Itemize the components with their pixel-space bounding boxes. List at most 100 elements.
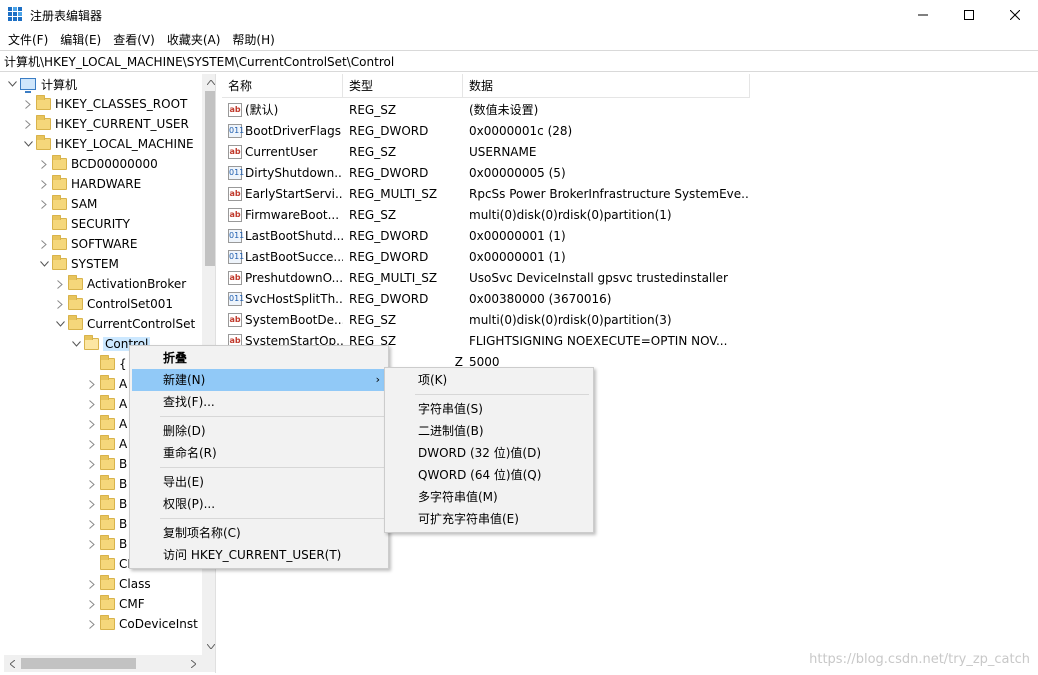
chevron-right-icon[interactable] (84, 414, 100, 434)
chevron-down-icon[interactable] (68, 334, 84, 354)
table-row[interactable]: ab (默认) REG_SZ (数值未设置) (222, 99, 748, 120)
column-header-name[interactable]: 名称 (222, 74, 343, 98)
close-button[interactable] (992, 0, 1038, 30)
submenu-item-expandable-string-value[interactable]: 可扩充字符串值(E) (387, 508, 591, 530)
table-row[interactable]: ab SystemBootDe... REG_SZ multi(0)disk(0)rd… (222, 309, 748, 330)
submenu-item-string-value[interactable]: 字符串值(S) (387, 398, 591, 420)
tree-item-key[interactable]: B (84, 534, 127, 554)
tree-item-key[interactable]: SOFTWARE (36, 234, 137, 254)
folder-icon (100, 535, 115, 550)
column-header-data[interactable]: 数据 (463, 74, 750, 98)
tree-item-key[interactable]: A (84, 394, 127, 414)
chevron-right-icon[interactable] (84, 454, 100, 474)
chevron-right-icon[interactable] (84, 374, 100, 394)
menu-item-permissions[interactable]: 权限(P)... (132, 493, 386, 515)
scroll-down-icon[interactable] (202, 638, 215, 655)
menu-item-visit[interactable]: 访问 HKEY_CURRENT_USER(T) (132, 544, 386, 566)
maximize-button[interactable] (946, 0, 992, 30)
address-bar[interactable]: 计算机\HKEY_LOCAL_MACHINE\SYSTEM\CurrentCon… (0, 50, 1038, 72)
submenu-item-qword-value[interactable]: QWORD (64 位)值(Q) (387, 464, 591, 486)
table-row[interactable]: ab CurrentUser REG_SZ USERNAME (222, 141, 748, 162)
menu-favorites[interactable]: 收藏夹(A) (161, 30, 227, 50)
tree-horizontal-scrollbar[interactable] (4, 655, 202, 672)
chevron-down-icon[interactable] (52, 314, 68, 334)
tree-item-key[interactable]: ActivationBroker (52, 274, 186, 294)
tree-item-key[interactable]: { (84, 354, 127, 374)
chevron-right-icon[interactable] (84, 434, 100, 454)
scroll-left-icon[interactable] (4, 655, 21, 672)
chevron-down-icon[interactable] (20, 134, 36, 154)
chevron-right-icon[interactable] (84, 574, 100, 594)
tree-item-computer[interactable]: 计算机 (4, 74, 77, 94)
tree-item-hive[interactable]: HKEY_LOCAL_MACHINE (20, 134, 194, 154)
chevron-down-icon[interactable] (4, 74, 20, 94)
tree-item-key[interactable]: B (84, 474, 127, 494)
tree-item-key[interactable]: B (84, 454, 127, 474)
chevron-right-icon[interactable] (84, 534, 100, 554)
tree-item-key[interactable]: A (84, 414, 127, 434)
chevron-right-icon[interactable] (84, 474, 100, 494)
chevron-right-icon[interactable] (36, 234, 52, 254)
tree-item-key[interactable]: CoDeviceInst (84, 614, 198, 634)
chevron-right-icon[interactable] (20, 94, 36, 114)
tree-item-key[interactable]: CurrentControlSet (52, 314, 195, 334)
table-row[interactable]: 011 LastBootShutd... REG_DWORD 0x00000001 (… (222, 225, 748, 246)
chevron-right-icon[interactable] (36, 174, 52, 194)
tree-item-hive[interactable]: HKEY_CURRENT_USER (20, 114, 189, 134)
scrollbar-thumb[interactable] (21, 658, 136, 669)
menu-view[interactable]: 查看(V) (107, 30, 161, 50)
chevron-right-icon[interactable] (52, 294, 68, 314)
tree-item-key[interactable]: A (84, 434, 127, 454)
menu-item-collapse[interactable]: 折叠 (132, 347, 386, 369)
menu-item-rename[interactable]: 重命名(R) (132, 442, 386, 464)
chevron-right-icon[interactable] (36, 154, 52, 174)
table-row[interactable]: 011 BootDriverFlags REG_DWORD 0x0000001c (2… (222, 120, 748, 141)
submenu-item-key[interactable]: 项(K) (387, 369, 591, 391)
table-row[interactable]: ab EarlyStartServi... REG_MULTI_SZ RpcSs Po… (222, 183, 748, 204)
table-row[interactable]: 011 SvcHostSplitTh... REG_DWORD 0x00380000 … (222, 288, 748, 309)
tree-item-key[interactable]: B (84, 494, 127, 514)
menu-item-find[interactable]: 查找(F)... (132, 391, 386, 413)
cell-data: multi(0)disk(0)rdisk(0)partition(1) (469, 207, 672, 222)
tree-item-key[interactable]: CMF (84, 594, 145, 614)
minimize-button[interactable] (900, 0, 946, 30)
tree-item-key[interactable]: SECURITY (36, 214, 130, 234)
table-row[interactable]: ab PreshutdownO... REG_MULTI_SZ UsoSvc Devi… (222, 267, 748, 288)
tree-item-key[interactable]: A (84, 374, 127, 394)
chevron-right-icon[interactable] (36, 194, 52, 214)
menu-help[interactable]: 帮助(H) (226, 30, 280, 50)
table-row[interactable]: ab FirmwareBoot... REG_SZ multi(0)disk(0)rd… (222, 204, 748, 225)
chevron-right-icon[interactable] (84, 614, 100, 634)
chevron-right-icon[interactable] (52, 274, 68, 294)
menu-item-copy-key-name[interactable]: 复制项名称(C) (132, 522, 386, 544)
tree-item-key[interactable]: HARDWARE (36, 174, 141, 194)
submenu-item-dword-value[interactable]: DWORD (32 位)值(D) (387, 442, 591, 464)
chevron-right-icon[interactable] (84, 494, 100, 514)
chevron-right-icon[interactable] (20, 114, 36, 134)
menu-item-new[interactable]: 新建(N) › (132, 369, 386, 391)
submenu-item-multi-string-value[interactable]: 多字符串值(M) (387, 486, 591, 508)
menu-item-delete[interactable]: 删除(D) (132, 420, 386, 442)
tree-item-key[interactable]: SYSTEM (36, 254, 119, 274)
tree-item-key[interactable]: B (84, 514, 127, 534)
table-row[interactable]: 011 LastBootSucce... REG_DWORD 0x00000001 (… (222, 246, 748, 267)
menu-edit[interactable]: 编辑(E) (54, 30, 107, 50)
scroll-up-icon[interactable] (202, 74, 215, 91)
chevron-right-icon[interactable] (84, 394, 100, 414)
column-header-type[interactable]: 类型 (343, 74, 463, 98)
tree-item-key[interactable]: CI (84, 554, 131, 574)
tree-item-hive[interactable]: HKEY_CLASSES_ROOT (20, 94, 187, 114)
chevron-right-icon[interactable] (84, 594, 100, 614)
tree-item-key[interactable]: Class (84, 574, 151, 594)
menu-item-export[interactable]: 导出(E) (132, 471, 386, 493)
submenu-item-binary-value[interactable]: 二进制值(B) (387, 420, 591, 442)
table-row[interactable]: 011 DirtyShutdown... REG_DWORD 0x00000005 (… (222, 162, 748, 183)
scrollbar-thumb[interactable] (205, 91, 215, 266)
tree-item-key[interactable]: ControlSet001 (52, 294, 173, 314)
menu-file[interactable]: 文件(F) (2, 30, 54, 50)
scroll-right-icon[interactable] (185, 655, 202, 672)
tree-item-key[interactable]: BCD00000000 (36, 154, 158, 174)
chevron-down-icon[interactable] (36, 254, 52, 274)
tree-item-key[interactable]: SAM (36, 194, 97, 214)
chevron-right-icon[interactable] (84, 514, 100, 534)
